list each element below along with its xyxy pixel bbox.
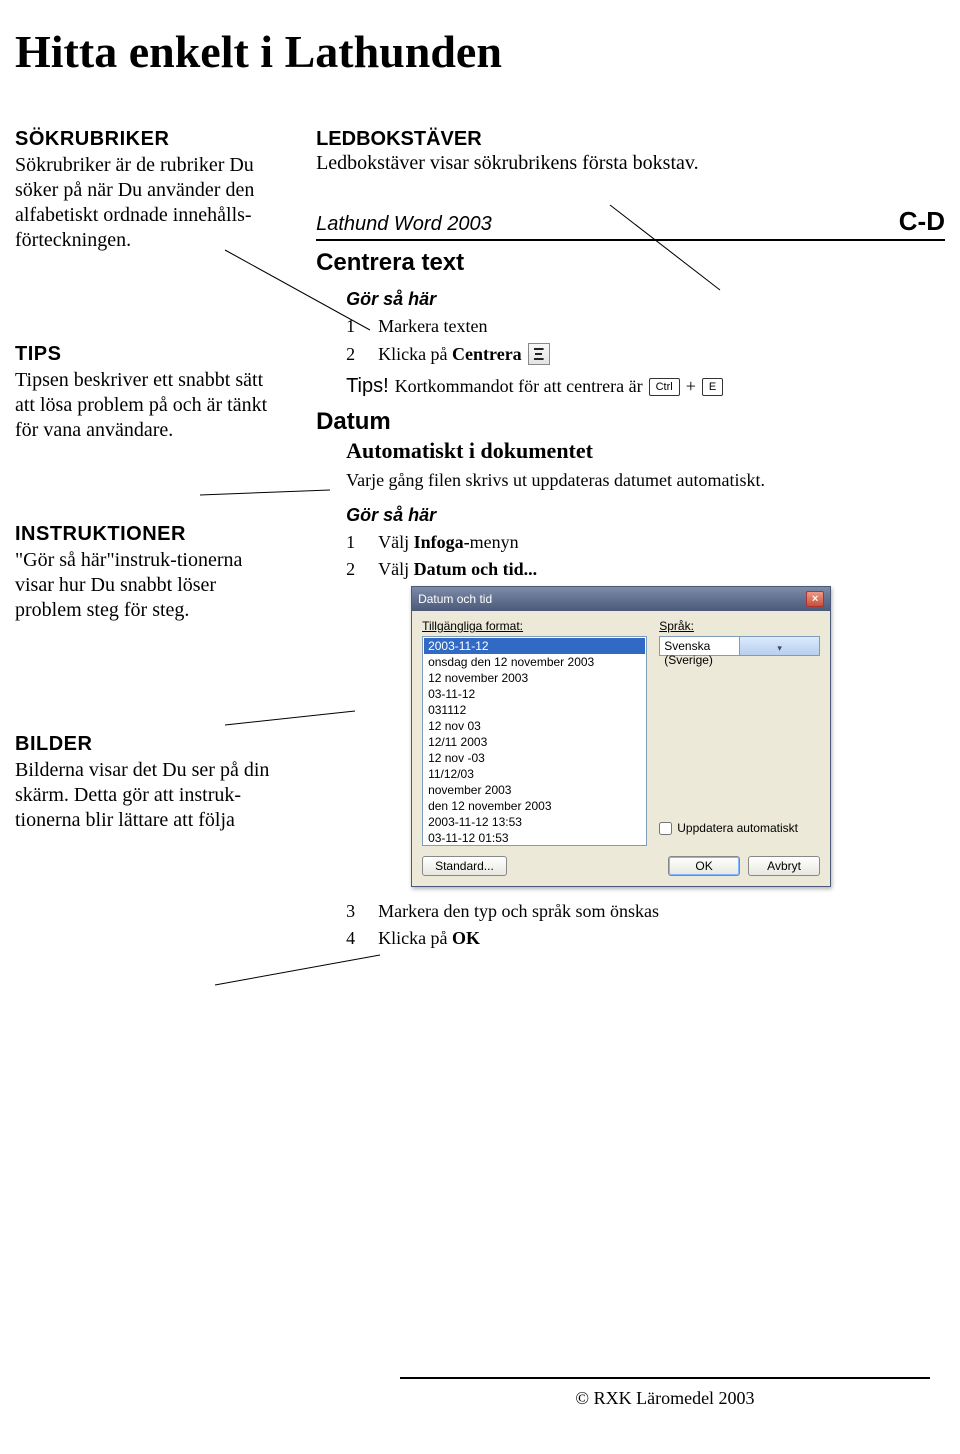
center-align-icon <box>528 343 550 365</box>
footer-divider <box>400 1377 930 1379</box>
step-2-2: 2 Välj Datum och tid... <box>346 559 945 580</box>
tips-body: Tipsen beskriver ett snabbt sätt att lös… <box>15 368 281 443</box>
step-bold: OK <box>452 928 480 948</box>
kbd-ctrl: Ctrl <box>649 378 680 396</box>
step-num: 1 <box>346 316 378 337</box>
bilder-label: BILDER <box>15 733 281 756</box>
datum-heading: Datum <box>316 408 945 436</box>
banner-left: Lathund Word 2003 <box>316 213 492 236</box>
centrera-heading: Centrera text <box>316 249 945 277</box>
step-pre: Klicka på <box>378 344 452 364</box>
format-item[interactable]: 12/11 2003 <box>424 734 645 750</box>
dialog-title-text: Datum och tid <box>418 592 492 606</box>
format-item[interactable]: november 2003 <box>424 782 645 798</box>
ok-button[interactable]: OK <box>668 856 740 876</box>
tips-text: Kortkommandot för att centrera är <box>395 376 643 397</box>
step-2-4: 4 Klicka på OK <box>346 928 945 949</box>
language-combo[interactable]: Svenska (Sverige) ▾ <box>659 636 820 656</box>
step-1-2: 2 Klicka på Centrera <box>346 343 945 365</box>
step-1-1: 1 Markera texten <box>346 316 945 337</box>
step-2-3: 3 Markera den typ och språk som önskas <box>346 901 945 922</box>
instruktioner-block: INSTRUKTIONER "Gör så här"instruk-tioner… <box>15 523 281 623</box>
tips-block: TIPS Tipsen beskriver ett snabbt sätt at… <box>15 343 281 443</box>
step-bold: Infoga- <box>414 532 470 552</box>
copyright: © RXK Läromedel 2003 <box>400 1388 930 1409</box>
dialog-titlebar[interactable]: Datum och tid × <box>412 587 830 611</box>
update-auto-checkbox[interactable]: Uppdatera automatiskt <box>659 821 820 835</box>
step-num: 2 <box>346 344 378 365</box>
step-text: Välj Infoga-menyn <box>378 532 519 553</box>
step-pre: Välj <box>378 559 414 579</box>
step-text: Klicka på OK <box>378 928 480 949</box>
step-num: 3 <box>346 901 378 922</box>
gor-sa-har-1: Gör så här <box>346 289 945 310</box>
ledbokstaver-label: LEDBOKSTÄVER <box>316 128 945 151</box>
format-item[interactable]: 03-11-12 <box>424 686 645 702</box>
tips-word: Tips! <box>346 375 389 398</box>
format-item[interactable]: onsdag den 12 november 2003 <box>424 654 645 670</box>
step-2-1: 1 Välj Infoga-menyn <box>346 532 945 553</box>
close-icon[interactable]: × <box>806 591 824 607</box>
step-text: Välj Datum och tid... <box>378 559 537 580</box>
date-time-dialog: Datum och tid × Tillgängliga format: 200… <box>411 586 831 887</box>
step-num: 4 <box>346 928 378 949</box>
format-item[interactable]: 12 nov -03 <box>424 750 645 766</box>
datum-para: Varje gång filen skrivs ut uppdateras da… <box>346 470 945 491</box>
kbd-plus: + <box>686 376 696 397</box>
format-item[interactable]: 03-11-12 01:53 <box>424 830 645 846</box>
language-value: Svenska (Sverige) <box>660 637 739 655</box>
language-label: Språk: <box>659 619 694 633</box>
kbd-e: E <box>702 378 723 396</box>
sokrubriker-label: SÖKRUBRIKER <box>15 128 281 151</box>
banner-right: C-D <box>899 206 945 237</box>
step-text: Markera texten <box>378 316 487 337</box>
update-auto-label: Uppdatera automatiskt <box>677 821 798 835</box>
step-pre: Klicka på <box>378 928 452 948</box>
ledbokstaver-body: Ledbokstäver visar sökrubrikens första b… <box>316 151 945 176</box>
instruktioner-label: INSTRUKTIONER <box>15 523 281 546</box>
step-post: menyn <box>470 532 519 552</box>
format-item[interactable]: 11/12/03 <box>424 766 645 782</box>
format-item[interactable]: 031112 <box>424 702 645 718</box>
bilder-block: BILDER Bilderna visar det Du ser på din … <box>15 733 281 833</box>
tips-line: Tips! Kortkommandot för att centrera är … <box>346 375 945 398</box>
step-num: 1 <box>346 532 378 553</box>
gor-sa-har-2: Gör så här <box>346 505 945 526</box>
cancel-button[interactable]: Avbryt <box>748 856 820 876</box>
format-item[interactable]: den 12 november 2003 <box>424 798 645 814</box>
step-bold: Centrera <box>452 344 522 364</box>
format-item[interactable]: 12 november 2003 <box>424 670 645 686</box>
datum-sub-bold: Automatiskt i dokumentet <box>346 438 945 464</box>
step-text: Markera den typ och språk som önskas <box>378 901 659 922</box>
checkbox-input[interactable] <box>659 822 672 835</box>
step-pre: Välj <box>378 532 414 552</box>
sokrubriker-body: Sökrubriker är de rubriker Du söker på n… <box>15 153 281 253</box>
step-num: 2 <box>346 559 378 580</box>
formats-listbox[interactable]: 2003-11-12onsdag den 12 november 200312 … <box>422 636 647 846</box>
page-title: Hitta enkelt i Lathunden <box>15 25 960 78</box>
format-item[interactable]: 12 nov 03 <box>424 718 645 734</box>
formats-label: Tillgängliga format: <box>422 619 523 633</box>
tips-label: TIPS <box>15 343 281 366</box>
step-text: Klicka på Centrera <box>378 344 522 365</box>
format-item[interactable]: 2003-11-12 <box>424 638 645 654</box>
instruktioner-body: "Gör så här"instruk-tionerna visar hur D… <box>15 548 281 623</box>
format-item[interactable]: 2003-11-12 13:53 <box>424 814 645 830</box>
standard-button[interactable]: Standard... <box>422 856 507 876</box>
page-banner: Lathund Word 2003 C-D <box>316 206 945 241</box>
bilder-body: Bilderna visar det Du ser på din skärm. … <box>15 758 281 833</box>
chevron-down-icon[interactable]: ▾ <box>739 637 819 655</box>
step-bold: Datum och tid... <box>414 559 538 579</box>
sokrubriker-block: SÖKRUBRIKER Sökrubriker är de rubriker D… <box>15 128 281 253</box>
